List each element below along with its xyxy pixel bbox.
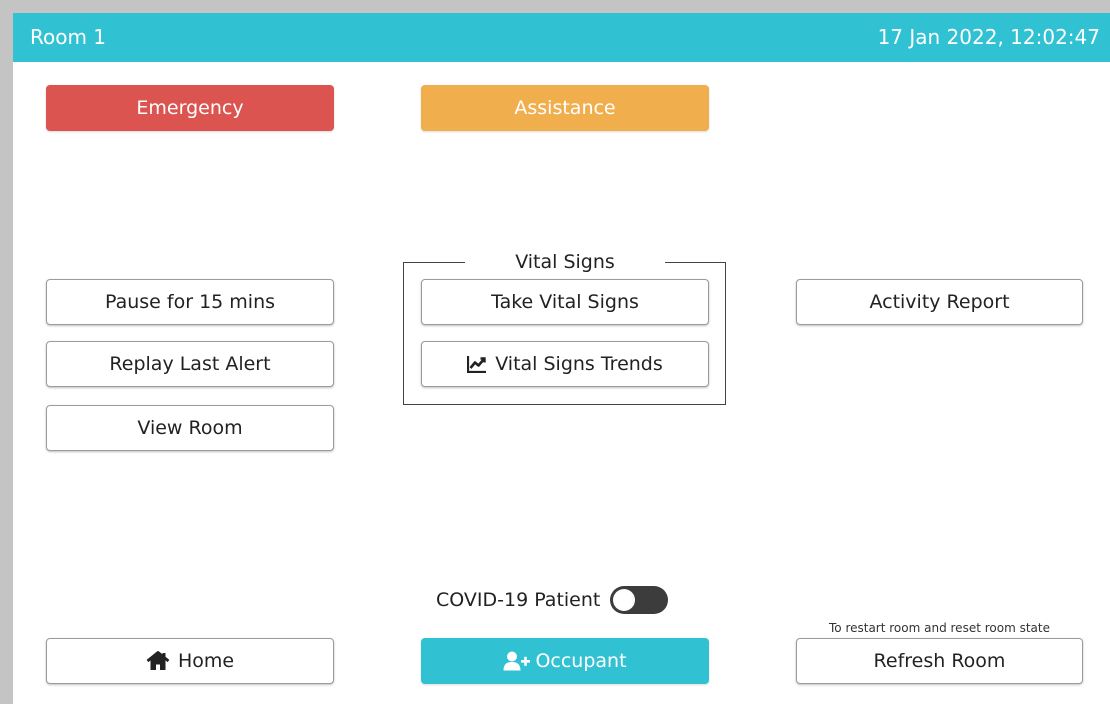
vital-signs-title: Vital Signs (465, 250, 665, 274)
activity-report-button[interactable]: Activity Report (796, 279, 1083, 325)
view-room-button[interactable]: View Room (46, 405, 334, 451)
toggle-knob (613, 589, 636, 611)
occupant-label: Occupant (535, 650, 627, 672)
window-frame-top (0, 0, 1110, 13)
assistance-button[interactable]: Assistance (421, 85, 709, 131)
home-icon (146, 651, 170, 671)
refresh-room-button[interactable]: Refresh Room (796, 638, 1083, 684)
emergency-button[interactable]: Emergency (46, 85, 334, 131)
home-label: Home (177, 650, 235, 672)
chart-line-icon (467, 355, 487, 373)
room-title: Room 1 (30, 25, 107, 49)
pause-15-mins-button[interactable]: Pause for 15 mins (46, 279, 334, 325)
covid-patient-row: COVID-19 Patient (436, 586, 669, 614)
covid-patient-toggle[interactable] (610, 586, 669, 614)
window-frame-left (0, 0, 13, 704)
vital-signs-trends-label: Vital Signs Trends (495, 353, 663, 375)
take-vital-signs-button[interactable]: Take Vital Signs (421, 279, 709, 325)
covid-patient-label: COVID-19 Patient (436, 589, 601, 611)
home-button[interactable]: Home (46, 638, 334, 684)
vital-signs-trends-button[interactable]: Vital Signs Trends (421, 341, 709, 387)
refresh-room-hint: To restart room and reset room state (829, 621, 1050, 635)
occupant-button[interactable]: Occupant (421, 638, 709, 684)
datetime: 17 Jan 2022, 12:02:47 (877, 25, 1100, 49)
header-bar: Room 1 17 Jan 2022, 12:02:47 (13, 13, 1110, 62)
user-plus-icon (503, 651, 531, 671)
replay-last-alert-button[interactable]: Replay Last Alert (46, 341, 334, 387)
